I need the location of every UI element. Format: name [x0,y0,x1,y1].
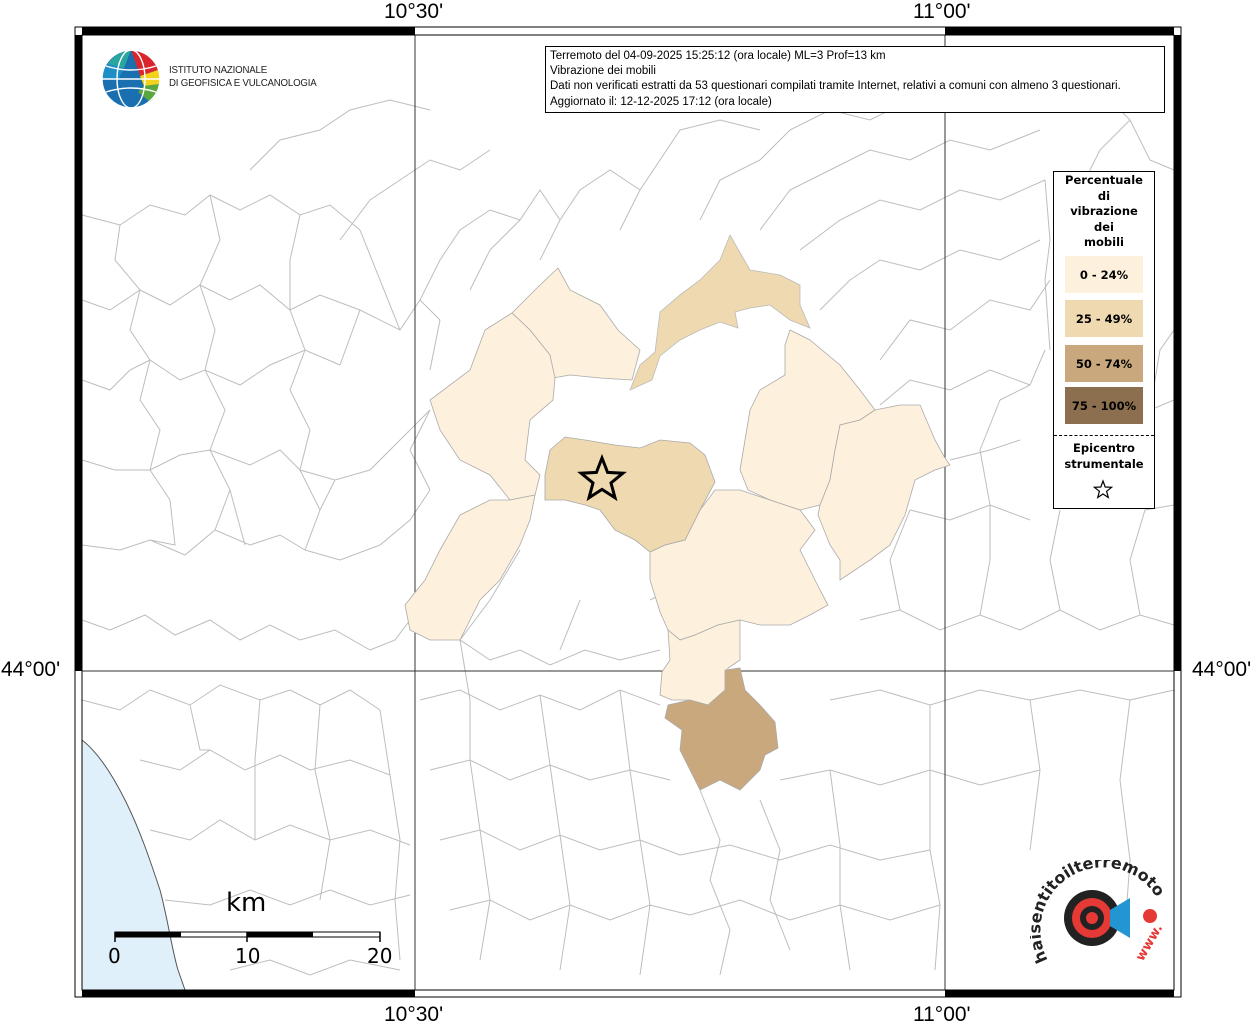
coord-right-lat: 44°00' [1192,658,1252,681]
coord-bottom-right: 11°00' [913,1003,971,1026]
scale-label-20: 20 [367,944,393,968]
ingv-logo-text: ISTITUTO NAZIONALE DI GEOFISICA E VULCAN… [169,64,317,89]
coord-top-left: 10°30' [384,0,444,23]
legend-item-25-49: 25 - 49% [1065,300,1143,337]
scale-label-0: 0 [108,944,121,968]
legend: Percentuale di vibrazione dei mobili 0 -… [1053,171,1155,509]
legend-title: Percentuale di vibrazione dei mobili [1065,173,1143,249]
update-time: Aggiornato il: 12-12-2025 17:12 (ora loc… [550,95,772,108]
legend-item-0-24: 0 - 24% [1065,256,1143,293]
haisentito-logo: haisentitoilterremoto.it www. [1030,860,1169,966]
watermark-www: www. [1133,922,1166,964]
event-info-box: Terremoto del 04-09-2025 15:25:12 (ora l… [545,46,1165,113]
legend-epicenter-label: Epicentro strumentale [1064,441,1144,471]
event-title: Terremoto del 04-09-2025 15:25:12 (ora l… [550,50,886,62]
coord-top-right: 11°00' [913,0,971,23]
coord-bottom-left: 10°30' [384,1003,444,1026]
scale-label-10: 10 [235,944,261,968]
star-icon [1092,479,1114,499]
ingv-globe-icon [101,49,161,109]
legend-item-75-100: 75 - 100% [1065,387,1143,424]
legend-item-50-74: 50 - 74% [1065,345,1143,382]
coord-left-lat: 44°00' [1,658,61,681]
legend-separator [1054,435,1154,436]
data-note: Dati non verificati estratti da 53 quest… [550,80,1121,93]
map-parameter: Vibrazione dei mobili [550,65,656,78]
scale-unit-label: km [226,888,267,918]
